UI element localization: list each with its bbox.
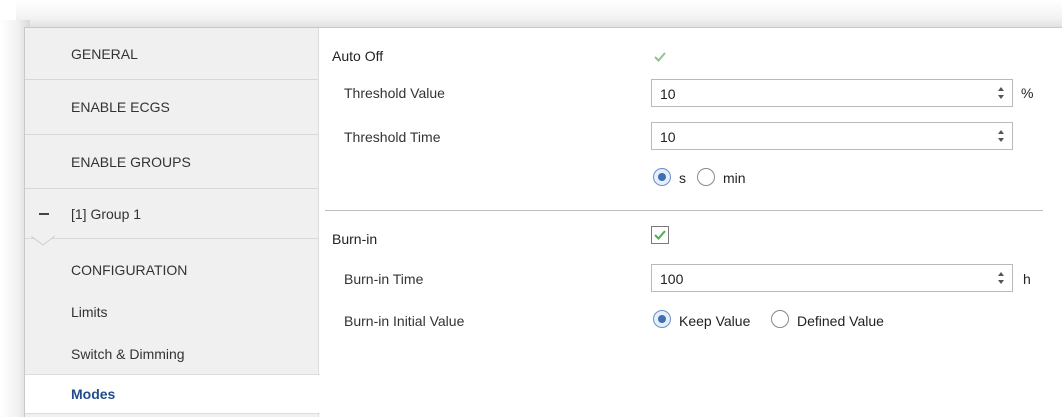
burn-in-initial-value-label: Burn-in Initial Value [344, 313, 465, 329]
burn-in-time-input[interactable]: 100 [651, 264, 1013, 292]
sidebar-item-label: ENABLE GROUPS [71, 153, 191, 170]
sidebar-item-label: GENERAL [71, 45, 138, 62]
time-unit-min-radio[interactable] [697, 168, 715, 186]
spinner-arrows-icon[interactable] [996, 84, 1006, 102]
sidebar-item-configuration[interactable]: CONFIGURATION [25, 252, 319, 288]
sidebar-item-enable-ecgs[interactable]: ENABLE ECGS [25, 80, 319, 135]
tree-notch-icon [31, 236, 55, 246]
sidebar-item-label: CONFIGURATION [71, 262, 188, 278]
threshold-time-text: 10 [660, 129, 676, 145]
sidebar-item-label: Modes [71, 386, 116, 402]
sidebar-item-enable-groups[interactable]: ENABLE GROUPS [25, 135, 319, 189]
auto-off-checkbox[interactable] [651, 48, 667, 64]
time-unit-s-label: s [679, 170, 686, 186]
sidebar-item-limits[interactable]: Limits [25, 294, 319, 330]
spinner-arrows-icon[interactable] [996, 127, 1006, 145]
burn-in-checkbox[interactable] [651, 226, 669, 244]
burn-in-time-unit: h [1023, 271, 1031, 287]
keep-value-label: Keep Value [679, 313, 751, 329]
threshold-value-input[interactable]: 10 [651, 79, 1013, 107]
sidebar-item-modes[interactable]: Modes [25, 374, 320, 414]
sidebar-item-switch-dimming[interactable]: Switch & Dimming [25, 336, 319, 372]
sidebar-item-group-1[interactable]: [1] Group 1 [25, 189, 319, 239]
defined-value-label: Defined Value [797, 313, 884, 329]
threshold-value-label: Threshold Value [344, 85, 445, 101]
burn-in-label: Burn-in [332, 231, 378, 247]
parameter-window: GENERAL ENABLE ECGS ENABLE GROUPS [1] Gr… [24, 27, 1062, 417]
keep-value-radio[interactable] [653, 310, 671, 328]
burn-in-time-label: Burn-in Time [344, 271, 424, 287]
checkmark-icon [654, 230, 666, 240]
sidebar: GENERAL ENABLE ECGS ENABLE GROUPS [1] Gr… [25, 28, 320, 417]
sidebar-item-label: Limits [71, 304, 108, 320]
defined-value-radio[interactable] [771, 310, 789, 328]
sidebar-item-label: [1] Group 1 [71, 205, 142, 222]
collapse-minus-icon[interactable] [39, 212, 49, 215]
time-unit-min-label: min [723, 170, 746, 186]
threshold-time-label: Threshold Time [344, 129, 441, 145]
threshold-value-unit: % [1021, 85, 1034, 101]
sidebar-item-label: ENABLE ECGS [71, 99, 170, 115]
spinner-arrows-icon[interactable] [996, 269, 1006, 287]
threshold-value-text: 10 [660, 86, 676, 102]
sidebar-item-general[interactable]: GENERAL [25, 28, 319, 80]
burn-in-time-text: 100 [660, 271, 684, 287]
threshold-time-input[interactable]: 10 [651, 122, 1013, 150]
time-unit-s-radio[interactable] [653, 168, 671, 186]
parameter-content: Auto Off Threshold Value 10 % Threshold … [319, 28, 1062, 417]
section-divider [325, 210, 1043, 211]
window-shadow-top [16, 0, 1062, 30]
checkmark-icon [654, 52, 666, 62]
sidebar-item-label: Switch & Dimming [71, 346, 185, 362]
auto-off-label: Auto Off [332, 48, 384, 64]
